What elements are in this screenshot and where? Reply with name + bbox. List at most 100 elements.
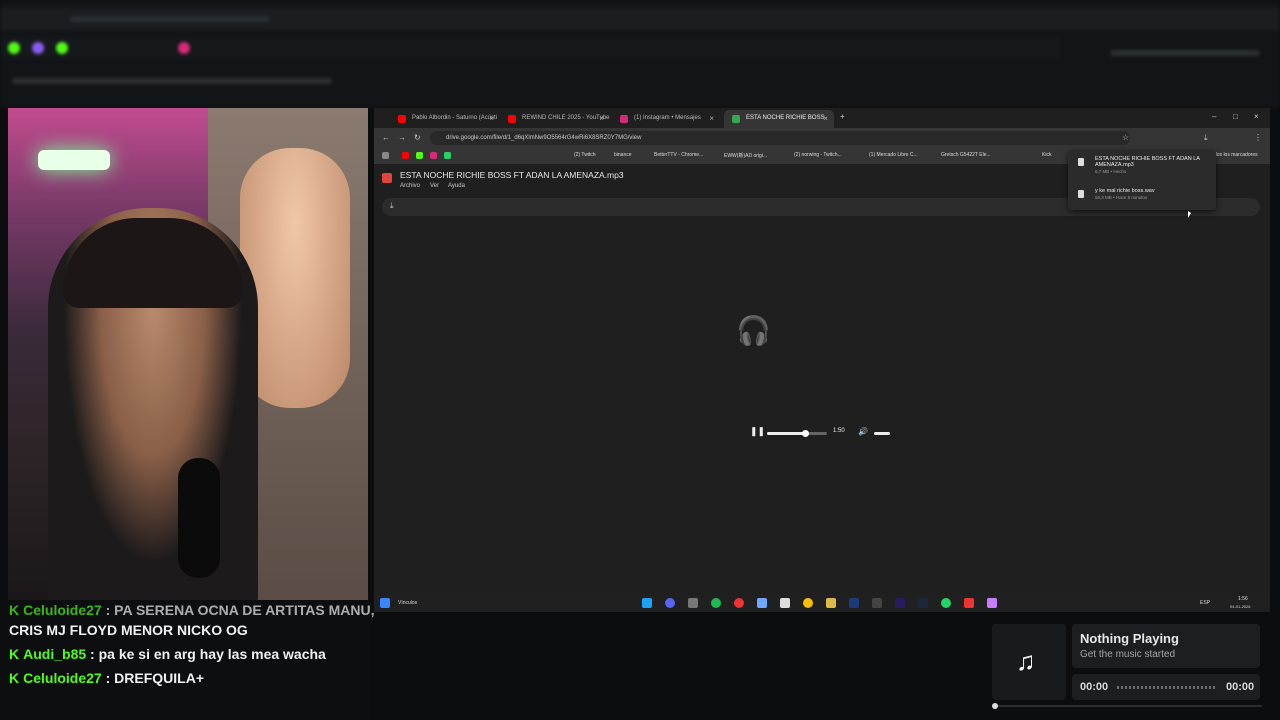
download-item[interactable]: y ke mal richie boss.wav 56,3 MB • Hace …: [1095, 188, 1210, 200]
chat-text: PA SERENA OCNA DE ARTITAS MANU,: [114, 602, 375, 618]
bookmark-item[interactable]: BetterTTV - Chrome...: [654, 152, 703, 158]
file-title: ESTA NOCHE RICHIE BOSS FT ADAN LA AMENAZ…: [400, 170, 624, 180]
taskbar-app-icon[interactable]: [734, 598, 744, 608]
chat-overlay: K Celuloide27 : PA SERENA OCNA DE ARTITAS…: [0, 600, 374, 720]
youtube-icon: [508, 115, 516, 123]
download-item[interactable]: ESTA NOCHE RICHIE BOSS FT ADAN LA AMENAZ…: [1095, 156, 1210, 174]
microphone: [178, 458, 220, 578]
chrome-icon[interactable]: [803, 598, 813, 608]
headphones-icon: 🎧: [736, 315, 771, 346]
taskbar-app-icon[interactable]: [688, 598, 698, 608]
taskbar-app-icon[interactable]: [757, 598, 767, 608]
now-playing-subtitle: Get the music started: [1080, 649, 1176, 660]
audio-file-icon: [382, 173, 392, 183]
url-field[interactable]: drive.google.com/file/d/1_d6qXlmNw9O5564…: [430, 131, 1130, 145]
windows-taskbar: Vínculos ESP 1:56 04-01-2026: [374, 594, 1270, 612]
taskbar-app-icon[interactable]: [964, 598, 974, 608]
chat-message: K Audi_b85 : pa ke si en arg hay las mea …: [9, 646, 326, 662]
discord-icon[interactable]: [665, 598, 675, 608]
menu-ayuda[interactable]: Ayuda: [448, 183, 465, 189]
progress-track: [1117, 686, 1217, 689]
chat-message: K Celuloide27 : DREFQUILA+: [9, 670, 205, 686]
taskbar-app-icon[interactable]: [872, 598, 882, 608]
bookmark-item[interactable]: binance: [614, 152, 632, 158]
download-meta: 6,7 MB • Hecho: [1095, 169, 1127, 174]
close-icon[interactable]: ×: [823, 114, 828, 123]
new-tab-icon[interactable]: +: [840, 112, 845, 121]
back-icon[interactable]: ←: [382, 133, 390, 142]
volume-icon[interactable]: 🔊: [858, 427, 868, 436]
bookmark-item[interactable]: dos los marcadores: [1214, 152, 1258, 158]
taskbar-app-icon[interactable]: [987, 598, 997, 608]
background-browser-blur: [0, 0, 1280, 108]
language-indicator[interactable]: ESP: [1200, 600, 1210, 606]
bookmark-icon[interactable]: [444, 152, 451, 159]
reload-icon[interactable]: ↻: [414, 133, 421, 142]
close-icon[interactable]: ×: [599, 114, 604, 123]
chat-message: CRIS MJ FLOYD MENOR NICKO OG: [9, 622, 248, 638]
download-meta: 56,3 MB • Hace 8 minutos: [1095, 195, 1148, 200]
chat-text: DREFQUILA+: [114, 670, 205, 686]
pause-icon[interactable]: ❚❚: [750, 426, 765, 437]
bookmark-item[interactable]: Gretsch G5422T Ele...: [941, 152, 991, 158]
now-playing-info: Nothing Playing Get the music started: [1072, 624, 1260, 668]
taskbar-label: Vínculos: [398, 600, 418, 606]
whatsapp-icon[interactable]: [941, 598, 951, 608]
star-icon[interactable]: ☆: [1122, 133, 1129, 142]
volume-slider[interactable]: [874, 432, 890, 435]
instagram-icon: [620, 115, 628, 123]
bookmark-item[interactable]: (2) Twitch: [574, 152, 596, 158]
download-icon[interactable]: ⤓: [390, 201, 394, 211]
close-icon[interactable]: ×: [709, 114, 714, 123]
browser-tab-active[interactable]: ESTA NOCHE RICHIE BOSS ×: [724, 110, 834, 128]
folder-icon[interactable]: [826, 598, 836, 608]
tab-title: REWIND CHILE 2025 - YouTube: [522, 115, 610, 121]
youtube-icon: [398, 115, 406, 123]
browser-tab-bar: Pablo Albordin - Saturno (Acústi × REWIN…: [374, 108, 1270, 128]
spotify-icon[interactable]: [711, 598, 721, 608]
chat-text: CRIS MJ FLOYD MENOR NICKO OG: [9, 622, 248, 638]
downloads-popup: ESTA NOCHE RICHIE BOSS FT ADAN LA AMENAZ…: [1068, 150, 1216, 210]
maximize-icon[interactable]: □: [1233, 112, 1238, 121]
chat-message: K Celuloide27 : PA SERENA OCNA DE ARTITAS…: [9, 602, 375, 618]
chat-text: pa ke si en arg hay las mea wacha: [98, 646, 326, 662]
forward-icon[interactable]: →: [398, 133, 406, 142]
taskbar-time: 1:56: [1238, 596, 1248, 602]
browser-tab[interactable]: (1) Instagram • Mensajes ×: [612, 110, 720, 128]
menu-icon[interactable]: ⋮: [1254, 133, 1262, 142]
chat-username: Celuloide27: [23, 602, 102, 618]
bookmark-item[interactable]: (1) Mercado Libre C...: [869, 152, 918, 158]
player-time: 1:50: [833, 428, 845, 434]
kick-badge-icon: K: [9, 670, 20, 686]
taskbar-app-icon[interactable]: [780, 598, 790, 608]
now-playing-progress: 00:00 00:00: [1072, 674, 1260, 700]
bookmark-icon[interactable]: [416, 152, 423, 159]
minimize-icon[interactable]: –: [1212, 112, 1216, 121]
seek-bar[interactable]: [767, 430, 827, 437]
steam-icon[interactable]: [918, 598, 928, 608]
download-icon[interactable]: ⤓: [1204, 133, 1208, 143]
time-end: 00:00: [1226, 681, 1255, 693]
bookmark-item[interactable]: Kick: [1042, 152, 1051, 158]
address-bar: ← → ↻ drive.google.com/file/d/1_d6qXlmNw…: [374, 128, 1270, 148]
album-art: ♫: [992, 624, 1066, 700]
bookmark-icon[interactable]: [430, 152, 437, 159]
kick-badge-icon: K: [9, 602, 20, 618]
menu-ver[interactable]: Ver: [430, 183, 439, 189]
bookmark-icon[interactable]: [402, 152, 409, 159]
bookmark-item[interactable]: EWW(新)AD origi...: [724, 152, 767, 159]
browser-tab[interactable]: REWIND CHILE 2025 - YouTube ×: [500, 110, 610, 128]
photoshop-icon[interactable]: [849, 598, 859, 608]
close-icon[interactable]: ×: [489, 114, 494, 123]
now-playing-title: Nothing Playing: [1080, 631, 1179, 646]
now-playing-seek: [992, 703, 1262, 709]
windows-start-icon[interactable]: [380, 598, 390, 608]
taskbar-app-icon[interactable]: [642, 598, 652, 608]
tab-title: ESTA NOCHE RICHIE BOSS: [746, 115, 825, 121]
bookmark-item[interactable]: (2) norwing - Twitch...: [794, 152, 842, 158]
menu-archivo[interactable]: Archivo: [400, 183, 420, 189]
browser-tab[interactable]: Pablo Albordin - Saturno (Acústi ×: [390, 110, 500, 128]
close-window-icon[interactable]: ×: [1254, 112, 1259, 121]
premiere-icon[interactable]: [895, 598, 905, 608]
apps-icon[interactable]: [382, 152, 389, 159]
